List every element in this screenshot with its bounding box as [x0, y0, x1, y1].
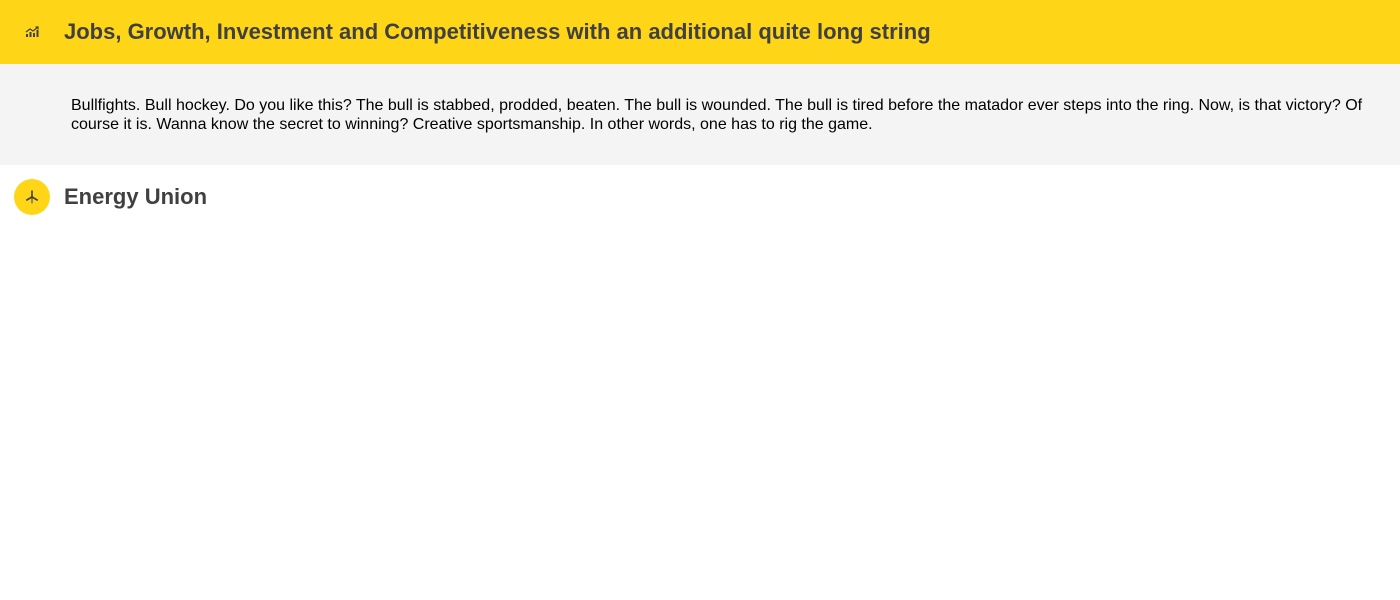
wind-turbine-icon	[14, 179, 50, 215]
accordion-title: Energy Union	[64, 184, 208, 209]
accordion-title: Jobs, Growth, Investment and Competitive…	[64, 19, 931, 44]
accordion: Jobs, Growth, Investment and Competitive…	[0, 0, 1400, 229]
accordion-item-energy-union: Energy Union	[0, 165, 1400, 229]
accordion-header-jobs-growth[interactable]: Jobs, Growth, Investment and Competitive…	[0, 0, 1400, 64]
accordion-header-energy-union[interactable]: Energy Union	[0, 165, 1400, 229]
chart-growth-icon	[14, 14, 50, 50]
accordion-item-jobs-growth: Jobs, Growth, Investment and Competitive…	[0, 0, 1400, 165]
accordion-panel-text: Bullfights. Bull hockey. Do you like thi…	[71, 97, 1363, 133]
accordion-panel-jobs-growth: Bullfights. Bull hockey. Do you like thi…	[0, 64, 1400, 165]
